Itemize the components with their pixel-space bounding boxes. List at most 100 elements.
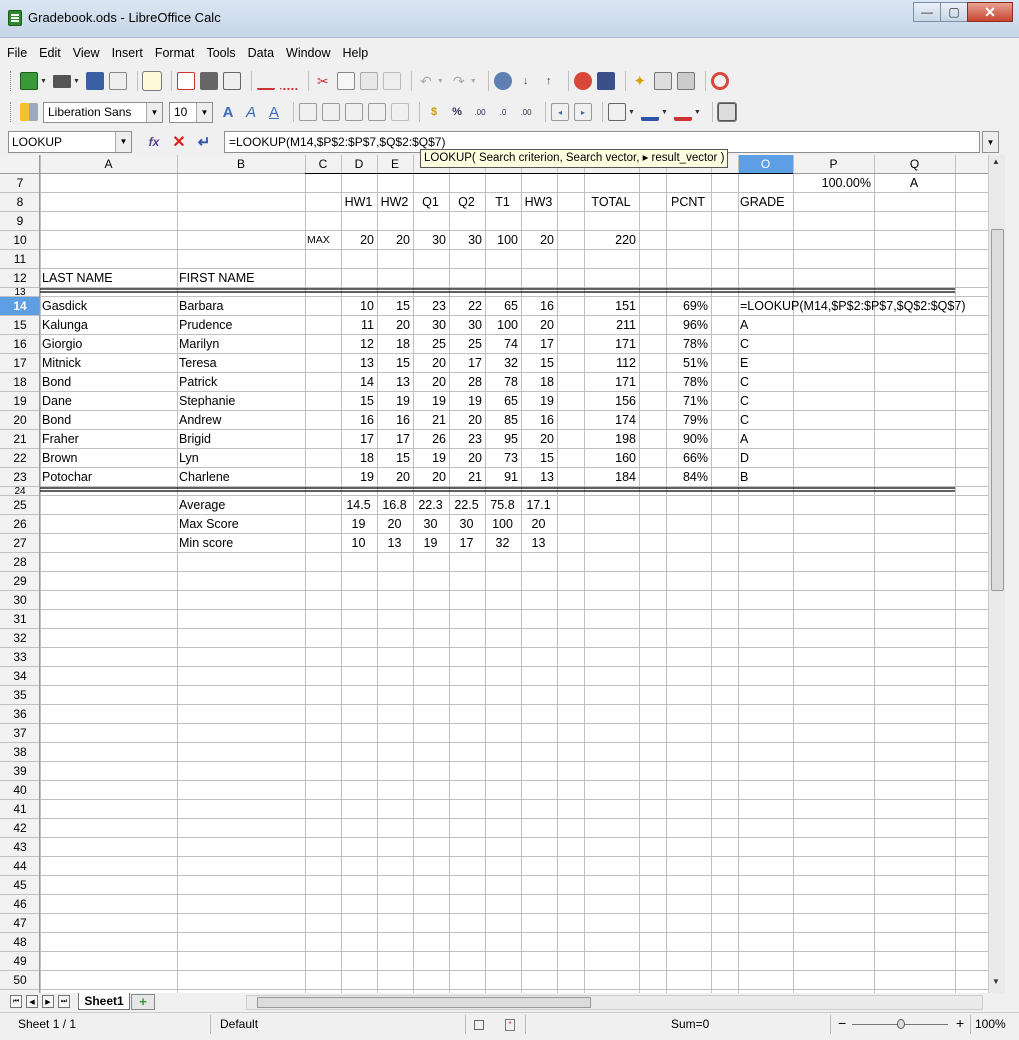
row-header-8[interactable]: 8 (0, 193, 40, 212)
cell-i14[interactable]: 16 (523, 297, 554, 316)
cell-d20[interactable]: 16 (343, 411, 374, 430)
redo-dropdown-arrow-icon[interactable]: ▼ (470, 78, 477, 85)
cell-a12[interactable]: LAST NAME (42, 269, 174, 288)
cell-k20[interactable]: 174 (586, 411, 636, 430)
cell-i16[interactable]: 17 (523, 335, 554, 354)
hyperlink-icon[interactable] (493, 72, 512, 90)
row-header-49[interactable]: 49 (0, 952, 40, 971)
cell-m23[interactable]: 84% (668, 468, 708, 487)
cell-k19[interactable]: 156 (586, 392, 636, 411)
chevron-down-icon[interactable]: ▼ (115, 132, 131, 152)
row-header-31[interactable]: 31 (0, 610, 40, 629)
cell-e20[interactable]: 16 (379, 411, 410, 430)
delete-decimal-icon[interactable]: .00 (517, 103, 535, 121)
column-header-p[interactable]: P (793, 155, 874, 174)
row-header-15[interactable]: 15 (0, 316, 40, 335)
increase-indent-icon[interactable]: ▸ (574, 103, 592, 121)
cell-p7[interactable]: 100.00% (795, 174, 871, 193)
sort-ascending-icon[interactable]: ↓ (517, 72, 535, 90)
cell-g25[interactable]: 22.5 (451, 496, 482, 515)
cell-e25[interactable]: 16.8 (379, 496, 410, 515)
selection-mode-icon[interactable] (474, 1020, 484, 1030)
cell-d14[interactable]: 10 (343, 297, 374, 316)
cell-d19[interactable]: 15 (343, 392, 374, 411)
cell-h8[interactable]: T1 (487, 193, 518, 212)
row-header-29[interactable]: 29 (0, 572, 40, 591)
new-dropdown-arrow-icon[interactable]: ▼ (40, 78, 47, 85)
redo-icon[interactable]: ↷ (450, 72, 468, 90)
cell-c10[interactable]: MAX (307, 231, 338, 250)
cell-q7[interactable]: A (876, 174, 952, 193)
cell-e15[interactable]: 20 (379, 316, 410, 335)
export-pdf-icon[interactable] (176, 72, 195, 90)
cell-f17[interactable]: 20 (415, 354, 446, 373)
cell-m21[interactable]: 90% (668, 430, 708, 449)
borders-dropdown-arrow-icon[interactable]: ▼ (628, 109, 635, 116)
next-sheet-icon[interactable]: ▶ (42, 995, 54, 1008)
cell-o21[interactable]: A (740, 430, 790, 449)
page-style[interactable]: Default (220, 1017, 258, 1031)
cell-e19[interactable]: 19 (379, 392, 410, 411)
open-folder-icon[interactable] (52, 74, 71, 88)
copy-icon[interactable] (336, 72, 355, 90)
cut-icon[interactable]: ✂ (314, 72, 332, 90)
cell-d22[interactable]: 18 (343, 449, 374, 468)
cell-g8[interactable]: Q2 (451, 193, 482, 212)
cell-f10[interactable]: 30 (415, 231, 446, 250)
row-header-30[interactable]: 30 (0, 591, 40, 610)
save-icon[interactable] (85, 72, 104, 90)
row-header-11[interactable]: 11 (0, 250, 40, 269)
cell-b19[interactable]: Stephanie (179, 392, 302, 411)
cell-k23[interactable]: 184 (586, 468, 636, 487)
cell-i21[interactable]: 20 (523, 430, 554, 449)
cell-k18[interactable]: 171 (586, 373, 636, 392)
cell-o23[interactable]: B (740, 468, 790, 487)
cell-i20[interactable]: 16 (523, 411, 554, 430)
cell-m22[interactable]: 66% (668, 449, 708, 468)
cell-b20[interactable]: Andrew (179, 411, 302, 430)
cell-h17[interactable]: 32 (487, 354, 518, 373)
cell-i15[interactable]: 20 (523, 316, 554, 335)
undo-dropdown-arrow-icon[interactable]: ▼ (437, 78, 444, 85)
name-box[interactable]: LOOKUP ▼ (8, 131, 132, 153)
cell-a23[interactable]: Potochar (42, 468, 174, 487)
cell-e21[interactable]: 17 (379, 430, 410, 449)
cell-k17[interactable]: 112 (586, 354, 636, 373)
cell-a17[interactable]: Mitnick (42, 354, 174, 373)
cell-h15[interactable]: 100 (487, 316, 518, 335)
zoom-level[interactable]: 100% (975, 1017, 1006, 1031)
toolbar-grip[interactable] (10, 102, 14, 122)
row-header-34[interactable]: 34 (0, 667, 40, 686)
row-header-9[interactable]: 9 (0, 212, 40, 231)
cell-a21[interactable]: Fraher (42, 430, 174, 449)
zoom-out-icon[interactable]: − (838, 1015, 846, 1031)
last-sheet-icon[interactable]: ⏭ (58, 995, 70, 1008)
pivot-table-icon[interactable] (596, 72, 615, 90)
menu-insert[interactable]: Insert (112, 42, 143, 64)
cell-e14[interactable]: 15 (379, 297, 410, 316)
underline-icon[interactable]: A (265, 103, 283, 121)
clone-formatting-icon[interactable] (382, 72, 401, 90)
cell-m19[interactable]: 71% (668, 392, 708, 411)
row-header-35[interactable]: 35 (0, 686, 40, 705)
cell-i8[interactable]: HW3 (523, 193, 554, 212)
accept-icon[interactable]: ↵ (195, 133, 213, 151)
column-header-b[interactable]: B (177, 155, 305, 174)
undo-icon[interactable]: ↶ (417, 72, 435, 90)
cell-a22[interactable]: Brown (42, 449, 174, 468)
cell-h23[interactable]: 91 (487, 468, 518, 487)
cell-e26[interactable]: 20 (379, 515, 410, 534)
cell-h16[interactable]: 74 (487, 335, 518, 354)
row-header-40[interactable]: 40 (0, 781, 40, 800)
align-left-icon[interactable] (299, 103, 317, 121)
print-icon[interactable] (199, 72, 218, 90)
gallery-icon[interactable] (676, 72, 695, 90)
row-header-50[interactable]: 50 (0, 971, 40, 990)
cell-b23[interactable]: Charlene (179, 468, 302, 487)
bold-icon[interactable]: A (219, 103, 237, 121)
cell-h21[interactable]: 95 (487, 430, 518, 449)
menu-file[interactable]: File (7, 42, 27, 64)
horizontal-scroll-thumb[interactable] (257, 997, 591, 1008)
row-header-14[interactable]: 14 (0, 297, 40, 316)
cell-e18[interactable]: 13 (379, 373, 410, 392)
